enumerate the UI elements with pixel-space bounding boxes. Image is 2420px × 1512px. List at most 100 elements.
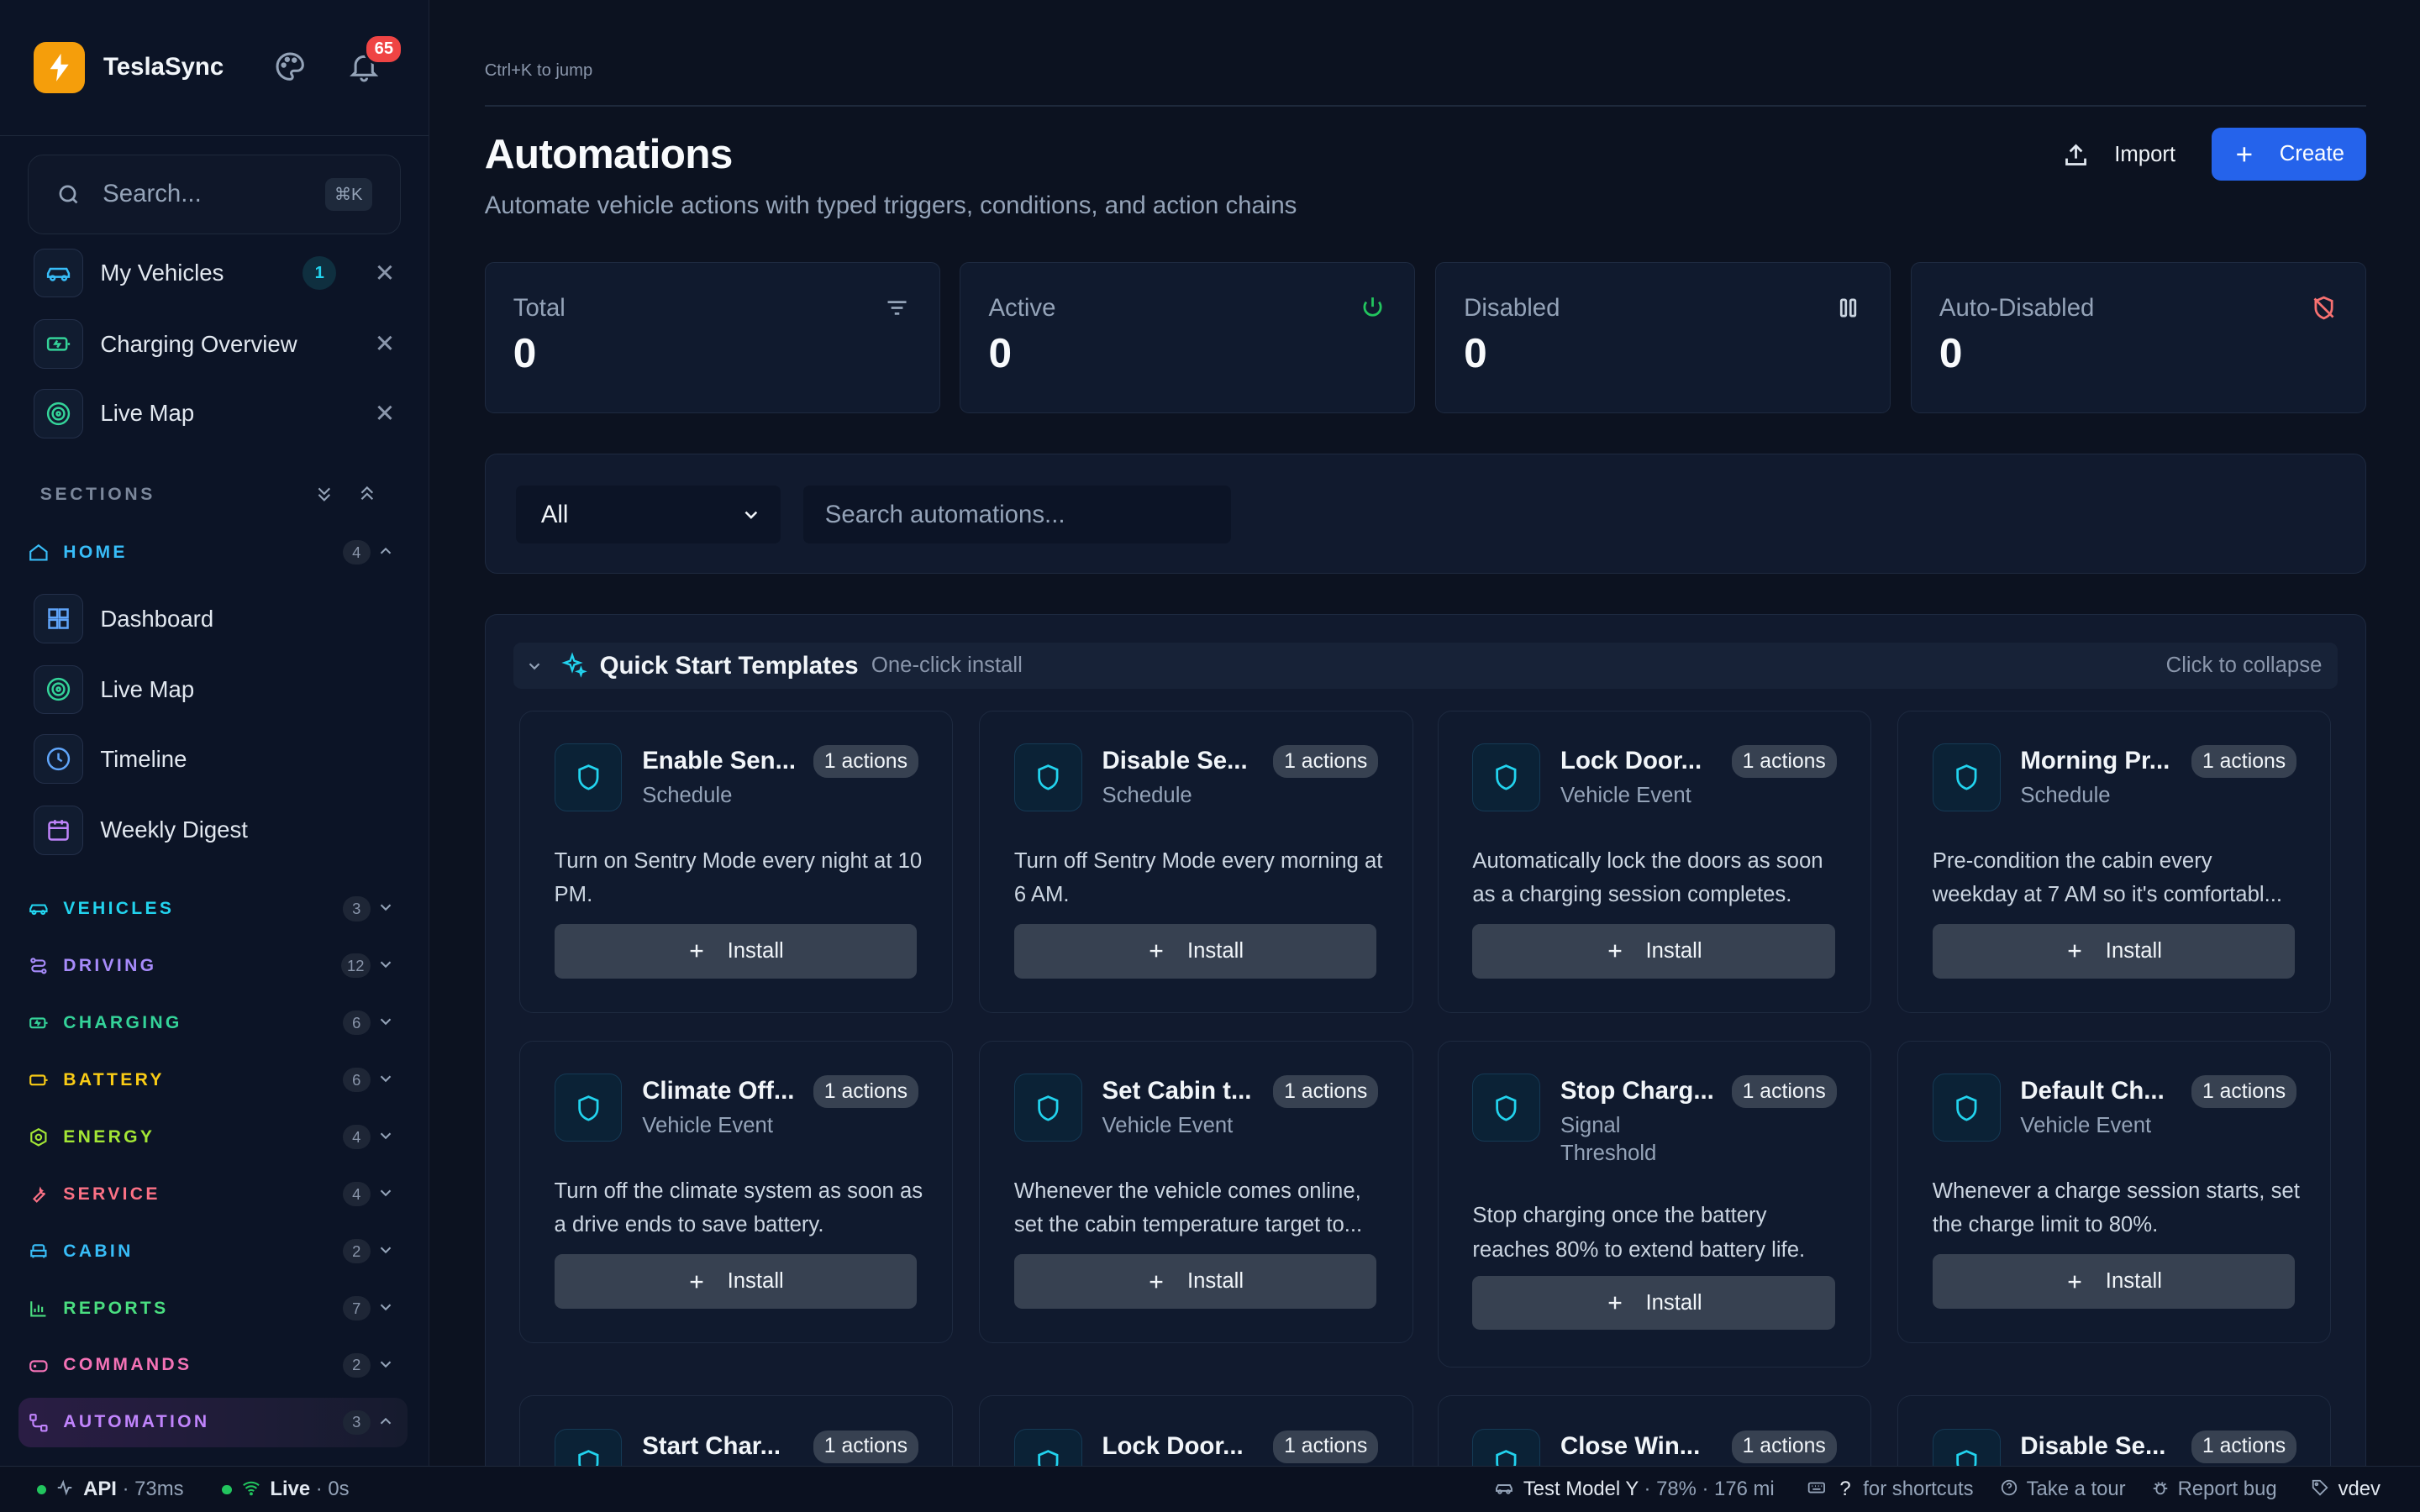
plus-icon xyxy=(2065,1273,2106,1291)
api-status[interactable]: API · 73ms xyxy=(37,1477,184,1501)
install-button[interactable]: Install xyxy=(1013,1254,1377,1309)
section-cabin[interactable]: CABIN 2 xyxy=(28,1234,401,1268)
pinned-item-live-map[interactable]: Live Map ✕ xyxy=(34,387,404,439)
automation-search-input[interactable]: Search automations... xyxy=(803,485,1231,544)
template-name: Default Ch... xyxy=(2020,1077,2165,1105)
section-home[interactable]: HOME 4 xyxy=(28,535,401,569)
nav-item-timeline[interactable]: Timeline xyxy=(34,732,404,785)
template-description: Turn off the climate system as soon as a… xyxy=(554,1179,923,1237)
section-label: CABIN xyxy=(63,1241,134,1261)
plus-icon xyxy=(1147,1273,1187,1291)
api-latency: · 73ms xyxy=(122,1477,184,1500)
shield-icon xyxy=(1932,743,2001,812)
template-card: Set Cabin t... 1 actions Vehicle Event When… xyxy=(979,1040,1413,1343)
bug-icon xyxy=(2154,1481,2168,1494)
nav-item-dashboard[interactable]: Dashboard xyxy=(34,592,404,644)
template-card: Stop Charg... 1 actions Signal Threshold St… xyxy=(1437,1040,1872,1368)
install-button[interactable]: Install xyxy=(1932,1254,2296,1309)
nav-item-label: Timeline xyxy=(100,745,187,772)
sections-heading: SECTIONS xyxy=(39,484,156,504)
stat-card-active: Active 0 xyxy=(960,262,1416,414)
template-trigger-type: Schedule xyxy=(2020,784,2111,808)
chevron-down-icon xyxy=(380,1361,392,1368)
template-trigger-type: Vehicle Event xyxy=(1102,1114,1234,1138)
section-battery[interactable]: BATTERY 6 xyxy=(28,1063,401,1096)
nav-item-label: Dashboard xyxy=(100,605,214,632)
jump-hint: Ctrl+K to jump xyxy=(484,61,593,81)
help-circle-icon xyxy=(2002,1479,2018,1495)
page-title: Automations xyxy=(484,130,734,178)
section-energy[interactable]: ENERGY 4 xyxy=(28,1120,401,1153)
section-automation[interactable]: AUTOMATION 3 xyxy=(28,1405,401,1439)
section-label: HOME xyxy=(63,542,128,562)
import-button[interactable]: Import xyxy=(2062,129,2175,181)
sidebar-header: TeslaSync 65 xyxy=(0,0,429,136)
expand-all-icon[interactable] xyxy=(313,483,335,512)
section-vehicles[interactable]: VEHICLES 3 xyxy=(28,892,401,926)
templates-header[interactable]: Quick Start Templates One-click install … xyxy=(513,643,2338,690)
take-tour-link[interactable]: Take a tour xyxy=(2000,1478,2126,1501)
section-label: BATTERY xyxy=(63,1069,165,1089)
section-count: 3 xyxy=(342,896,371,921)
install-button[interactable]: Install xyxy=(1013,924,1377,979)
section-reports[interactable]: REPORTS 7 xyxy=(28,1291,401,1325)
vehicle-status[interactable]: Test Model Y · 78% · 176 mi xyxy=(1494,1478,1775,1501)
divider xyxy=(484,104,2366,107)
filter-lines-icon xyxy=(887,301,907,315)
collapse-all-icon[interactable] xyxy=(356,483,378,512)
actions-count-badge: 1 actions xyxy=(1731,745,1837,779)
import-label: Import xyxy=(2114,143,2176,167)
stat-label: Active xyxy=(988,293,1056,322)
car-icon xyxy=(29,904,48,916)
template-trigger-type: Vehicle Event xyxy=(2020,1114,2152,1138)
shortcuts-hint[interactable]: ? for shortcuts xyxy=(1806,1478,1974,1501)
template-name: Start Char... xyxy=(642,1431,781,1460)
install-label: Install xyxy=(1186,938,1244,963)
status-filter-select[interactable]: All xyxy=(516,485,781,544)
create-button[interactable]: Create xyxy=(2211,128,2366,181)
pinned-item-charging-overview[interactable]: Charging Overview ✕ xyxy=(34,318,404,370)
section-driving[interactable]: DRIVING 12 xyxy=(28,949,401,983)
filter-bar: All Search automations... xyxy=(484,453,2366,575)
actions-count-badge: 1 actions xyxy=(1273,1430,1379,1463)
section-count: 4 xyxy=(342,539,371,565)
notifications-bell-icon[interactable]: 65 xyxy=(347,34,404,90)
nav-item-weekly-digest[interactable]: Weekly Digest xyxy=(34,804,404,856)
install-button[interactable]: Install xyxy=(554,924,918,979)
create-label: Create xyxy=(2279,142,2344,166)
template-name: Close Win... xyxy=(1560,1431,1701,1460)
live-age: · 0s xyxy=(315,1477,350,1500)
nav-item-live-map[interactable]: Live Map xyxy=(34,664,404,716)
environment-tag[interactable]: vdev xyxy=(2311,1478,2381,1501)
lightning-logo-icon[interactable] xyxy=(34,42,86,93)
section-service[interactable]: SERVICE 4 xyxy=(28,1177,401,1210)
stat-value: 0 xyxy=(1464,329,1487,377)
route-icon xyxy=(30,958,47,974)
install-button[interactable]: Install xyxy=(1472,924,1835,979)
stat-value: 0 xyxy=(513,329,537,377)
shield-icon xyxy=(1472,1074,1541,1142)
template-description: Stop charging once the battery reaches 8… xyxy=(1472,1204,1806,1262)
unpin-close-icon[interactable]: ✕ xyxy=(375,329,396,359)
chevron-up-icon xyxy=(380,547,392,554)
sidebar-search-input[interactable]: Search... ⌘K xyxy=(28,154,401,235)
keyboard-icon xyxy=(1807,1482,1825,1493)
section-charging[interactable]: CHARGING 6 xyxy=(28,1006,401,1040)
unpin-close-icon[interactable]: ✕ xyxy=(375,259,396,288)
install-button[interactable]: Install xyxy=(554,1254,918,1309)
report-bug-link[interactable]: Report bug xyxy=(2151,1478,2277,1501)
home-icon xyxy=(29,543,48,561)
section-count: 7 xyxy=(342,1295,371,1321)
quick-start-templates-panel: Quick Start Templates One-click install … xyxy=(484,614,2366,1512)
unpin-close-icon[interactable]: ✕ xyxy=(375,399,396,428)
install-button[interactable]: Install xyxy=(1932,924,2296,979)
install-button[interactable]: Install xyxy=(1472,1276,1835,1331)
plus-icon xyxy=(2236,147,2252,162)
shield-icon xyxy=(1932,1074,2001,1142)
pinned-item-my-vehicles[interactable]: My Vehicles 1 ✕ xyxy=(34,247,404,299)
chevron-down-icon xyxy=(744,511,757,519)
section-commands[interactable]: COMMANDS 2 xyxy=(28,1348,401,1382)
pinned-item-label: Live Map xyxy=(100,400,195,427)
palette-icon[interactable] xyxy=(273,50,307,90)
live-status[interactable]: Live · 0s xyxy=(222,1477,350,1501)
